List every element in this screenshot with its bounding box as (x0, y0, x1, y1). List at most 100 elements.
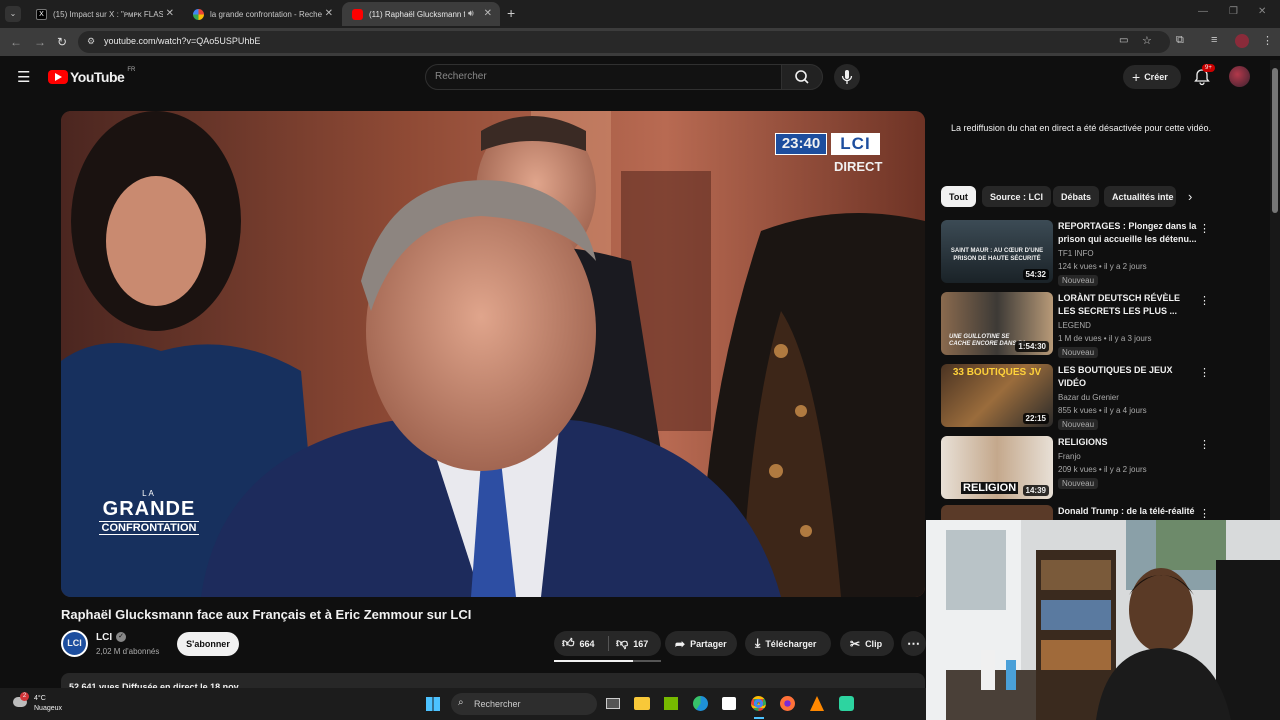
forward-arrow-icon[interactable]: → (34, 35, 46, 49)
youtube-favicon-icon (352, 8, 363, 20)
more-vertical-icon[interactable]: ⋮ (1199, 507, 1210, 520)
nvidia-icon[interactable] (664, 697, 678, 710)
recommendation-channel: Bazar du Grenier (1058, 393, 1119, 402)
windows-taskbar: 2 4°C Nuageux ⌕ Rechercher (0, 688, 926, 720)
lci-logo: LCI (831, 133, 880, 155)
tab-search-dropdown-icon[interactable]: ⌄ (5, 6, 21, 22)
show-logo-line3: CONFRONTATION (99, 521, 199, 535)
show-logo-line1: LA (142, 489, 156, 498)
taskbar-search[interactable]: ⌕ Rechercher (451, 693, 597, 715)
divider (608, 636, 609, 651)
microphone-icon (841, 70, 853, 84)
vlc-icon[interactable] (810, 696, 824, 711)
search-button[interactable] (781, 64, 823, 90)
window-restore-icon[interactable]: ❐ (1229, 6, 1238, 17)
browser-menu-icon[interactable]: ⋮ (1262, 34, 1273, 47)
close-icon[interactable]: ✕ (166, 8, 174, 19)
youtube-header: ☰ YouTube FR Rechercher + Créer 9+ (0, 56, 1270, 98)
install-app-icon[interactable]: ▭ (1119, 35, 1128, 46)
video-thumbnail[interactable]: RELIGION 14:39 (941, 436, 1053, 499)
more-actions-button[interactable]: ⋯ (901, 631, 926, 656)
more-vertical-icon[interactable]: ⋮ (1199, 438, 1210, 451)
back-arrow-icon[interactable]: ← (10, 35, 22, 49)
window-minimize-icon[interactable]: — (1198, 6, 1208, 17)
address-bar[interactable]: ⚙ youtube.com/watch?v=QAo5USPUhbE ▭ ☆ (78, 31, 1170, 53)
channel-name[interactable]: LCI (96, 632, 112, 643)
recommendation-item[interactable]: SAINT MAUR : AU CŒUR D'UNE PRISON DE HAU… (941, 220, 1221, 286)
create-button[interactable]: + Créer (1123, 65, 1181, 89)
google-logo-icon (193, 8, 204, 20)
recommendation-item[interactable]: Donald Trump : de la télé-réalité ⋮ (941, 505, 1221, 520)
reading-list-icon[interactable]: ≡ (1211, 34, 1217, 46)
chevron-right-icon[interactable]: › (1188, 189, 1192, 204)
hamburger-menu-icon[interactable]: ☰ (17, 68, 30, 86)
subscribe-label: S'abonner (186, 639, 230, 649)
duration-badge: 54:32 (1022, 269, 1049, 280)
clip-button[interactable]: ✂ Clip (840, 631, 894, 656)
microsoft-store-icon[interactable] (722, 697, 736, 710)
recommendation-channel: Franjo (1058, 452, 1081, 461)
voice-search-button[interactable] (834, 64, 860, 90)
search-icon (795, 70, 809, 84)
app-green-icon[interactable] (839, 696, 854, 711)
speaker-icon[interactable]: 🔊︎ (468, 8, 474, 19)
video-thumbnail[interactable] (941, 505, 1053, 520)
subscribe-button[interactable]: S'abonner (177, 632, 239, 656)
share-button[interactable]: ➦ Partager (665, 631, 737, 656)
window-close-icon[interactable]: ✕ (1258, 6, 1266, 17)
recommendation-item[interactable]: RELIGION 14:39 RELIGIONS Franjo 209 k vu… (941, 436, 1221, 502)
tab-youtube-active[interactable]: (11) Raphaël Glucksmann fa 🔊︎ ✕ (342, 2, 500, 26)
profile-avatar[interactable] (1235, 34, 1249, 48)
chrome-icon[interactable] (751, 696, 766, 711)
windows-start-icon[interactable] (426, 697, 440, 711)
video-thumbnail[interactable]: UNE GUILLOTINE SE CACHE ENCORE DANS PA 1… (941, 292, 1053, 355)
close-icon[interactable]: ✕ (325, 8, 333, 19)
file-explorer-icon[interactable] (634, 697, 650, 710)
youtube-logo[interactable]: YouTube FR (48, 67, 136, 86)
more-vertical-icon[interactable]: ⋮ (1199, 366, 1210, 379)
dislike-button[interactable]: 👎︎ 167 (610, 631, 661, 656)
create-label: Créer (1144, 72, 1168, 82)
site-info-icon[interactable]: ⚙ (87, 36, 95, 47)
like-button[interactable]: 👍︎ 664 (554, 631, 608, 656)
verified-icon: ✓ (116, 632, 126, 642)
scrollbar-thumb[interactable] (1272, 68, 1278, 213)
bookmark-star-icon[interactable]: ☆ (1142, 34, 1152, 47)
notifications-button[interactable]: 9+ (1193, 64, 1215, 86)
tab-google-search[interactable]: la grande confrontation - Reche ✕ (183, 2, 341, 26)
recommendation-meta: 1 M de vues • il y a 3 jours (1058, 334, 1152, 343)
download-button[interactable]: ⤓ Télécharger (745, 631, 831, 656)
search-input[interactable]: Rechercher (425, 64, 782, 90)
more-horizontal-icon: ⋯ (907, 635, 920, 651)
x-logo-icon: X (36, 8, 47, 20)
chip-debats[interactable]: Débats (1053, 186, 1100, 207)
video-thumbnail[interactable]: 33 BOUTIQUES JV 22:15 (941, 364, 1053, 427)
recommendation-item[interactable]: UNE GUILLOTINE SE CACHE ENCORE DANS PA 1… (941, 292, 1221, 358)
more-vertical-icon[interactable]: ⋮ (1199, 222, 1210, 235)
recommendation-title: RELIGIONS (1058, 437, 1108, 447)
browser-toolbar: ← → ↻ ⚙ youtube.com/watch?v=QAo5USPUhbE … (0, 28, 1280, 56)
chip-all[interactable]: Tout (941, 186, 976, 207)
more-vertical-icon[interactable]: ⋮ (1199, 294, 1210, 307)
tab-x-impact[interactable]: X (15) Impact sur X : "ᴘᴍᴘᴋ FLASH ✕ (26, 2, 182, 26)
chip-source-lci[interactable]: Source : LCI (982, 186, 1052, 207)
firefox-icon[interactable] (780, 696, 795, 711)
close-icon[interactable]: ✕ (484, 8, 492, 19)
download-label: Télécharger (765, 638, 817, 649)
video-thumbnail[interactable]: SAINT MAUR : AU CŒUR D'UNE PRISON DE HAU… (941, 220, 1053, 283)
weather-desc: Nuageux (34, 705, 63, 712)
like-dislike-group: 👍︎ 664 👎︎ 167 (554, 631, 661, 662)
task-view-icon[interactable] (606, 698, 620, 709)
new-badge: Nouveau (1058, 478, 1099, 489)
account-avatar[interactable] (1229, 66, 1250, 87)
recommendation-item[interactable]: 33 BOUTIQUES JV 22:15 LES BOUTIQUES DE J… (941, 364, 1221, 430)
channel-avatar[interactable]: LCI (61, 630, 88, 657)
edge-icon[interactable] (693, 696, 708, 711)
extensions-icon[interactable]: ⧉ (1176, 34, 1184, 47)
region-code: FR (127, 67, 136, 73)
reload-icon[interactable]: ↻ (57, 35, 67, 49)
weather-widget[interactable]: 2 4°C Nuageux (10, 692, 80, 716)
video-player[interactable]: 23:40 LCI DIRECT LA GRANDE CONFRONTATION (61, 111, 925, 597)
chip-actualites[interactable]: Actualités inte (1104, 186, 1176, 207)
new-tab-button[interactable]: + (507, 5, 515, 21)
